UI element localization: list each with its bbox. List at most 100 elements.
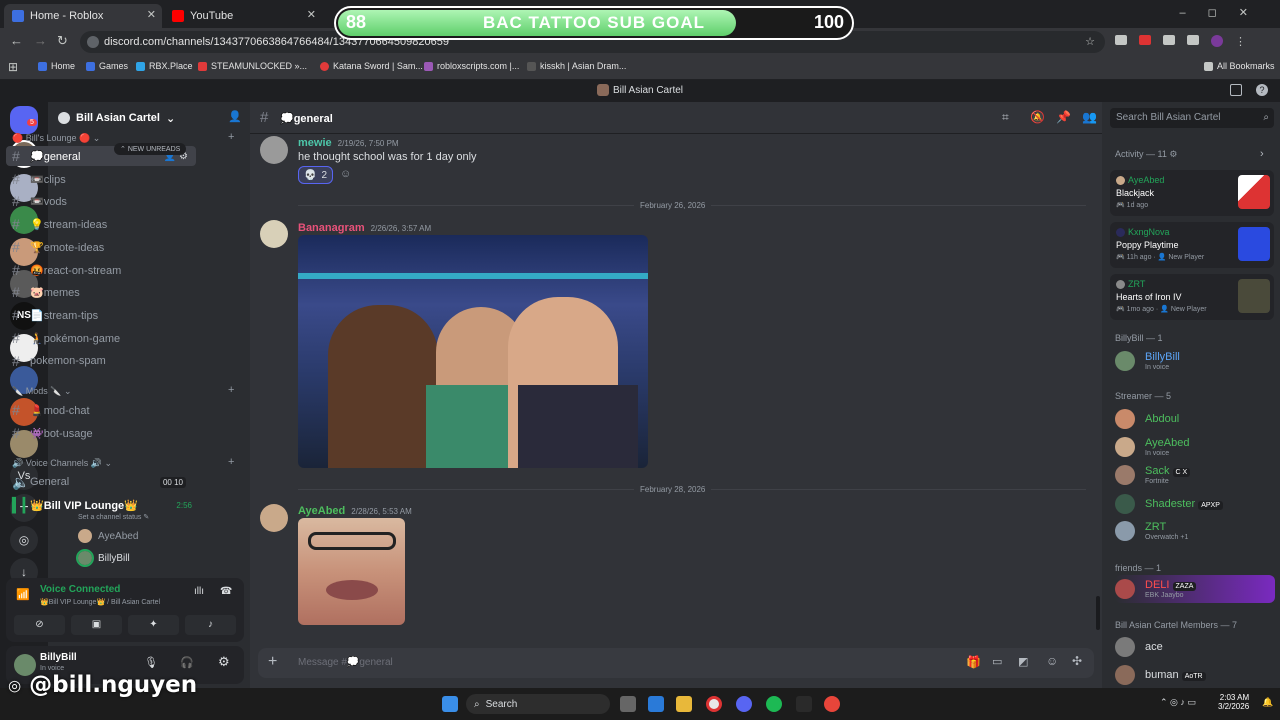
voice-user[interactable]: BillyBill: [76, 549, 130, 567]
tab-roblox[interactable]: Home - Roblox ✕: [4, 4, 162, 28]
settings-gear-icon[interactable]: ⚙: [218, 654, 230, 670]
voice-channel-vip-lounge[interactable]: ▍▎ 👑Bill VIP Lounge👑 2:56: [6, 495, 196, 515]
channel-item[interactable]: # 💄mod-chat: [6, 400, 196, 420]
voice-channel-general[interactable]: 🔈 General 00 10: [6, 472, 196, 492]
channel-item[interactable]: # 🏆emote-ideas: [6, 237, 196, 257]
chevron-right-icon[interactable]: ›: [1260, 148, 1264, 160]
message-author[interactable]: Bananagram 2/26/26, 3:57 AM: [298, 222, 431, 234]
extension-icon[interactable]: [1139, 35, 1151, 45]
gift-icon[interactable]: 🎁: [966, 655, 981, 669]
pin-icon[interactable]: 📌: [1056, 110, 1071, 124]
channel-item[interactable]: # 🧎pokémon-game: [6, 328, 196, 348]
noise-suppression-icon[interactable]: ıllı: [194, 586, 204, 597]
reaction-skull[interactable]: 💀 2: [298, 166, 334, 184]
search-input[interactable]: Search Bill Asian Cartel ⌕: [1110, 108, 1274, 128]
site-info-icon[interactable]: [87, 36, 99, 48]
disconnect-icon[interactable]: ☎: [220, 586, 232, 597]
channel-item[interactable]: # 📼clips: [6, 169, 196, 189]
mute-bell-icon[interactable]: 🔕: [1030, 110, 1045, 124]
help-icon[interactable]: ?: [1256, 84, 1268, 96]
microphone-icon[interactable]: 🎙: [144, 656, 158, 669]
system-tray-icons[interactable]: ⌃ ◎ ♪ ▭: [1160, 697, 1196, 708]
add-reaction-icon[interactable]: ☺: [340, 168, 351, 180]
channel-item[interactable]: # 💡stream-ideas: [6, 214, 196, 234]
apps-grid-icon[interactable]: ⊞: [8, 60, 18, 74]
avatar[interactable]: [260, 136, 288, 164]
taskbar-app-icon[interactable]: [620, 696, 636, 712]
discord-taskbar-icon[interactable]: [736, 696, 752, 712]
attach-plus-icon[interactable]: +: [268, 653, 277, 671]
taskbar-clock[interactable]: 2:03 AM 3/2/2026: [1218, 693, 1249, 711]
category-voice[interactable]: 🔊 Voice Channels 🔊 ⌄: [12, 458, 112, 469]
bookmark-steamunlocked[interactable]: STEAMUNLOCKED »...: [198, 61, 307, 71]
bookmark-rbxplace[interactable]: RBX.Place: [136, 61, 193, 71]
member-item[interactable]: ZRT Overwatch +1: [1115, 517, 1275, 545]
bookmark-games[interactable]: Games: [86, 61, 128, 71]
notification-bell-icon[interactable]: 🔔: [1262, 697, 1273, 708]
emoji-icon[interactable]: ☺: [1046, 654, 1058, 668]
puzzle-icon[interactable]: [1163, 35, 1175, 45]
opera-icon[interactable]: [824, 696, 840, 712]
member-item[interactable]: DELI ZAZA EBK Jaaybo: [1115, 575, 1275, 603]
message-author[interactable]: AyeAbed 2/28/26, 5:53 AM: [298, 505, 412, 517]
member-item[interactable]: ace: [1115, 633, 1275, 661]
bookmark-star-icon[interactable]: ☆: [1085, 31, 1095, 53]
channel-item[interactable]: # 📼vods: [6, 191, 196, 211]
add-channel-icon[interactable]: +: [228, 131, 234, 143]
channel-item[interactable]: # pokemon-spam: [6, 351, 196, 371]
member-item[interactable]: AyeAbed In voice: [1115, 433, 1275, 461]
windows-start-icon[interactable]: [442, 696, 458, 712]
image-attachment[interactable]: [298, 518, 405, 625]
member-item[interactable]: Abdoul: [1115, 405, 1275, 433]
activity-card[interactable]: KxngNova Poppy Playtime 🎮 11h ago · 👤 Ne…: [1110, 222, 1274, 268]
discover-icon[interactable]: ◎: [10, 526, 38, 554]
channel-item[interactable]: # 🤬react-on-stream: [6, 260, 196, 280]
image-attachment[interactable]: [298, 235, 648, 468]
add-channel-icon[interactable]: +: [228, 456, 234, 468]
activities-icon[interactable]: ✦: [128, 615, 179, 635]
member-list-icon[interactable]: 👥: [1082, 110, 1097, 124]
category-mods[interactable]: 🔪 Mods 🔪 ⌄: [12, 386, 71, 397]
avatar[interactable]: [260, 220, 288, 248]
close-icon[interactable]: ✕: [147, 8, 156, 21]
add-member-icon[interactable]: 👤: [228, 110, 242, 123]
inbox-icon[interactable]: [1230, 84, 1242, 96]
member-item[interactable]: Sack C X Fortnite: [1115, 461, 1275, 489]
channel-item[interactable]: # 🐷memes: [6, 282, 196, 302]
tab-youtube[interactable]: YouTube ✕: [164, 4, 322, 28]
bookmark-robloxscripts[interactable]: robloxscripts.com |...: [424, 61, 519, 71]
activity-card[interactable]: AyeAbed Blackjack 🎮 1d ago: [1110, 170, 1274, 216]
sidepanel-icon[interactable]: [1187, 35, 1199, 45]
new-unreads-pill[interactable]: ⌃ NEW UNREADS: [114, 143, 187, 155]
window-controls[interactable]: –◻✕: [1180, 6, 1270, 19]
category-lounge[interactable]: 🔴 Bill's Lounge 🔴 ⌄: [12, 133, 100, 144]
bookmark-kisskh[interactable]: kisskh | Asian Dram...: [527, 61, 626, 71]
taskbar-app-icon[interactable]: [796, 696, 812, 712]
taskbar-app-icon[interactable]: [648, 696, 664, 712]
close-icon[interactable]: ✕: [307, 8, 316, 21]
channel-status-link[interactable]: Set a channel status ✎: [78, 513, 149, 521]
server-header[interactable]: Bill Asian Cartel ⌄ 👤: [58, 110, 242, 126]
sticker-icon[interactable]: ◩: [1018, 655, 1028, 668]
chrome-icon[interactable]: [706, 696, 722, 712]
profile-avatar[interactable]: [1211, 35, 1223, 47]
channel-item[interactable]: # 📄stream-tips: [6, 305, 196, 325]
back-icon[interactable]: ←: [10, 33, 23, 48]
forward-icon[interactable]: →: [34, 33, 47, 48]
apps-icon[interactable]: ✣: [1072, 654, 1082, 668]
avatar[interactable]: [260, 504, 288, 532]
camera-off-icon[interactable]: ⊘: [14, 615, 65, 635]
activity-header[interactable]: Activity — 11 ⚙: [1115, 149, 1177, 160]
channel-item[interactable]: # 👾bot-usage: [6, 423, 196, 443]
gif-icon[interactable]: ▭: [992, 655, 1002, 668]
file-explorer-icon[interactable]: [676, 696, 692, 712]
menu-icon[interactable]: ⋮: [1235, 35, 1247, 48]
member-item[interactable]: Shadester APXP: [1115, 490, 1275, 518]
signal-icon[interactable]: 📶: [16, 588, 30, 601]
voice-user[interactable]: AyeAbed: [78, 529, 138, 543]
bookmark-katana[interactable]: Katana Sword | Sam...: [320, 61, 423, 71]
spotify-icon[interactable]: [766, 696, 782, 712]
headphones-icon[interactable]: 🎧: [180, 656, 194, 669]
bookmark-home[interactable]: Home: [38, 61, 75, 71]
activity-card[interactable]: ZRT Hearts of Iron IV 🎮 1mo ago · 👤 New …: [1110, 274, 1274, 320]
